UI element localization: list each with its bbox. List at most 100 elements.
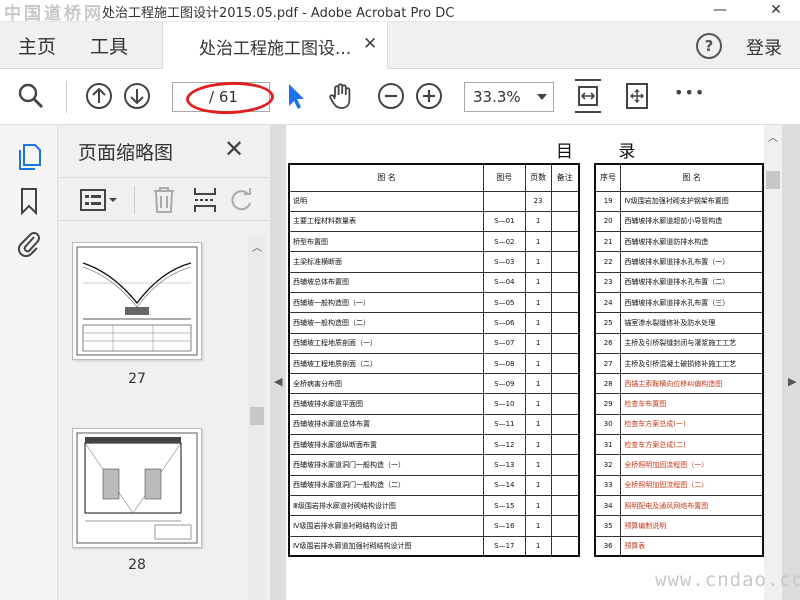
table-cell: 全桥病害分布图 (288, 373, 484, 395)
table-row: 西辅坡排水廊道洞门一般构造（二） S—14 1 (288, 474, 580, 496)
table-cell: 36 (594, 535, 622, 557)
table-cell: 1 (524, 231, 552, 253)
previous-page-icon[interactable] (84, 81, 114, 111)
table-cell: S—03 (482, 251, 526, 273)
insert-pages-icon[interactable] (192, 186, 218, 214)
table-row: 24 西辅坡排水廊道排水孔布置（三） (594, 291, 764, 314)
thumbnail-panel: 页面缩略图 ✕ 27 28 ︿ (58, 125, 270, 600)
table-cell: 1 (524, 251, 552, 273)
scrollbar-thumb[interactable] (766, 171, 780, 189)
page-thumbnail-27[interactable] (72, 242, 202, 360)
table-cell: Ⅳ级围岩排水廊道加强衬砌结构设计图 (288, 535, 484, 557)
table-row: 西辅坡一般构造图（二） S—06 1 (288, 312, 580, 334)
table-row: 26 主桥及引桥裂缝封闭与灌浆施工工艺 (594, 332, 764, 354)
hand-tool-icon[interactable] (326, 81, 356, 111)
table-cell: S—12 (482, 434, 526, 456)
table-cell: 1 (524, 434, 552, 456)
table-cell: 照明配电及通风网络布置图 (620, 494, 764, 517)
table-cell (550, 271, 580, 293)
close-panel-icon[interactable]: ✕ (224, 135, 244, 163)
bookmark-icon[interactable] (16, 187, 42, 215)
table-row: 20 西辅坡排水廊道超前小导管构造 (594, 210, 764, 233)
search-icon[interactable] (16, 81, 46, 111)
pdf-page: 目 录 图 名 图号 页数 备注 说明 23 主要工程材料数量表 S—01 1 桥型布置图… (286, 125, 764, 600)
expand-right-panel-icon[interactable]: ▶ (788, 375, 796, 388)
table-row: 全桥病害分布图 S—09 1 (288, 373, 580, 395)
zoom-select[interactable]: 33.3% (464, 82, 554, 112)
table-cell: 35 (594, 515, 622, 537)
toolbar: / 61 33.3% ••• (0, 69, 800, 125)
table-cell: S—10 (482, 393, 526, 415)
delete-icon[interactable] (152, 186, 176, 214)
login-button[interactable]: 登录 (746, 34, 782, 60)
help-icon[interactable]: ? (696, 33, 722, 59)
table-cell: 1 (524, 210, 552, 233)
rotate-icon[interactable] (230, 186, 254, 214)
column-header: 图号 (482, 163, 526, 192)
table-row: 西辅坡工程地质剖面（一） S—07 1 (288, 332, 580, 354)
next-page-icon[interactable] (122, 81, 152, 111)
table-cell: 27 (594, 352, 622, 375)
scroll-up-icon[interactable]: ︿ (768, 129, 778, 144)
table-row: 22 西辅坡排水廊道排水孔布置（一） (594, 251, 764, 273)
table-row: 西辅坡一般构造图（一） S—05 1 (288, 291, 580, 314)
thumbnail-scrollbar[interactable]: ︿ (248, 235, 266, 600)
document-tab[interactable]: 处治工程施工图设... ✕ (162, 22, 388, 70)
table-cell: 西辅坡排水廊道总体布置 (288, 413, 484, 436)
table-cell (550, 312, 580, 334)
table-cell: 33 (594, 474, 622, 496)
site-url-watermark: www.cndao.com (655, 569, 800, 591)
table-cell: 检查车方案总成(一) (620, 413, 764, 436)
table-cell: 西辅坡排水廊道纵断面布置 (288, 434, 484, 456)
page-thumbnails-icon[interactable] (16, 143, 42, 171)
table-row: 西辅坡排水廊道总体布置 S—11 1 (288, 413, 580, 436)
table-row: 30 检查车方案总成(一) (594, 413, 764, 436)
table-cell (550, 332, 580, 354)
table-cell: 西辅坡排水廊道超前小导管构造 (620, 210, 764, 233)
table-cell: S—09 (482, 373, 526, 395)
table-cell: 西辅坡一般构造图（一） (288, 291, 484, 314)
table-row: 31 检查车方案总成(二) (594, 434, 764, 456)
zoom-in-icon[interactable] (414, 81, 444, 111)
toolbar-separator (66, 81, 67, 113)
table-cell: S—16 (482, 515, 526, 537)
close-window-button[interactable]: ✕ (756, 0, 796, 22)
table-cell: 28 (594, 373, 622, 395)
fit-width-icon[interactable] (572, 79, 604, 113)
document-scrollbar[interactable]: ︿ (764, 125, 782, 600)
menu-home[interactable]: 主页 (18, 32, 56, 59)
table-cell: S—05 (482, 291, 526, 314)
collapse-left-panel-icon[interactable]: ◀ (274, 375, 282, 388)
table-cell: 1 (524, 535, 552, 557)
close-tab-icon[interactable]: ✕ (363, 34, 377, 54)
zoom-out-icon[interactable] (376, 81, 406, 111)
table-row: Ⅳ级围岩排水廊道加强衬砌结构设计图 S—17 1 (288, 535, 580, 557)
table-row: 西辅坡工程地质剖面（二） S—08 1 (288, 352, 580, 375)
menu-tools[interactable]: 工具 (90, 32, 128, 59)
minimize-button[interactable]: — (700, 0, 740, 22)
table-cell: 主桥及引桥混凝土破损修补施工工艺 (620, 352, 764, 375)
table-cell: 预算编制说明 (620, 515, 764, 537)
scroll-up-icon[interactable]: ︿ (252, 239, 262, 254)
table-cell: 西辅坡一般构造图（二） (288, 312, 484, 334)
attachment-icon[interactable] (16, 229, 42, 257)
table-row: 23 西辅坡排水廊道排水孔布置（二） (594, 271, 764, 293)
more-tools-icon[interactable]: ••• (674, 83, 705, 102)
select-cursor-icon[interactable] (282, 81, 312, 111)
thumbnail-options-icon[interactable] (80, 188, 118, 212)
table-cell: 1 (524, 312, 552, 334)
table-cell: 检查车方案总成(二) (620, 434, 764, 456)
table-cell (550, 352, 580, 375)
toc-table-right: 序号 图 名 19 Ⅳ级围岩加强衬砌支护钢架布置图 20 西辅坡排水廊道超前小导管构造… (594, 163, 764, 558)
column-header: 序号 (594, 163, 622, 192)
table-cell: 西辅坡总体布置图 (288, 271, 484, 293)
table-row: 说明 23 (288, 190, 580, 212)
table-cell: 1 (524, 474, 552, 496)
table-cell: 西辅坡工程地质剖面（二） (288, 352, 484, 375)
full-screen-icon[interactable] (622, 81, 652, 111)
page-thumbnail-28[interactable] (72, 428, 202, 548)
table-cell (550, 494, 580, 517)
table-cell (550, 474, 580, 496)
scrollbar-thumb[interactable] (250, 407, 264, 425)
table-cell: 说明 (288, 190, 484, 212)
